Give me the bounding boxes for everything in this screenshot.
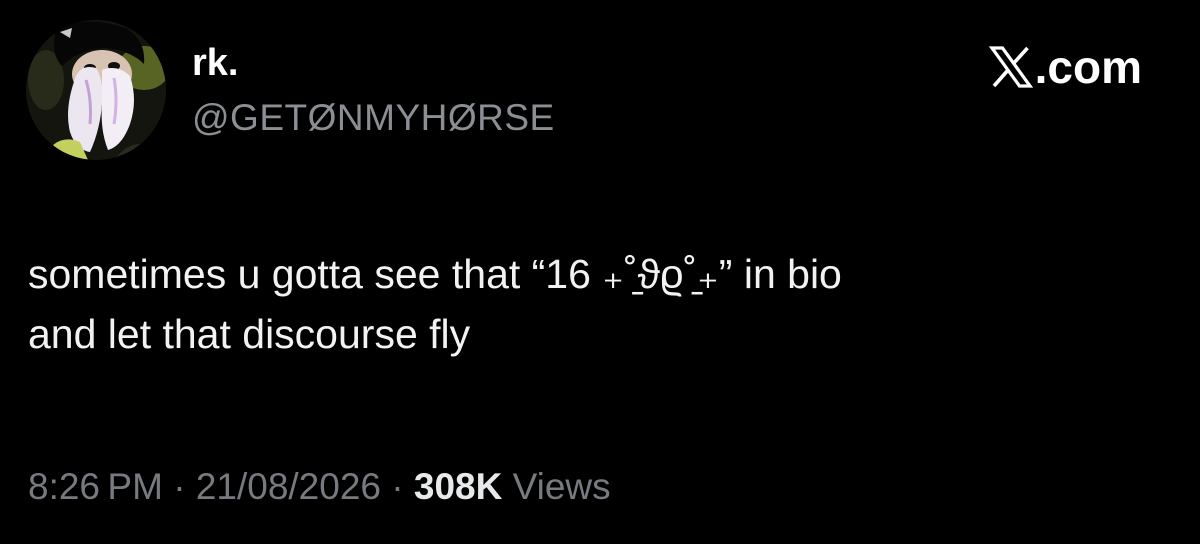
tweet-time[interactable]: 8:26 PM [28,466,163,507]
tweet-meta: 8:26 PM · 21/08/2026 · 308K Views [28,462,611,512]
tweet-text-line: and let that discourse fly [28,311,471,357]
author-block: rk. @GETØNMYHØRSE [192,40,555,140]
tweet-text: sometimes u gotta see that “16 ₊˚̱ϑϱ˚̱₊”… [28,244,1168,364]
profile-photo-icon [26,20,166,160]
meta-separator: · [162,466,196,507]
tweet-card: rk. @GETØNMYHØRSE .com sometimes u gotta… [0,0,1200,544]
views-count: 308K [413,466,503,507]
brand-domain-suffix: .com [1034,41,1142,93]
meta-separator: · [381,466,414,507]
x-com-brand: .com [988,41,1142,93]
tweet-text-line: sometimes u gotta see that “16 ₊˚̱ϑϱ˚̱₊”… [28,251,842,297]
user-handle[interactable]: @GETØNMYHØRSE [192,96,555,140]
avatar[interactable] [26,20,166,160]
views-label: Views [502,466,611,507]
tweet-date[interactable]: 21/08/2026 [196,466,381,507]
display-name[interactable]: rk. [192,40,555,86]
x-logo-icon [988,46,1033,88]
